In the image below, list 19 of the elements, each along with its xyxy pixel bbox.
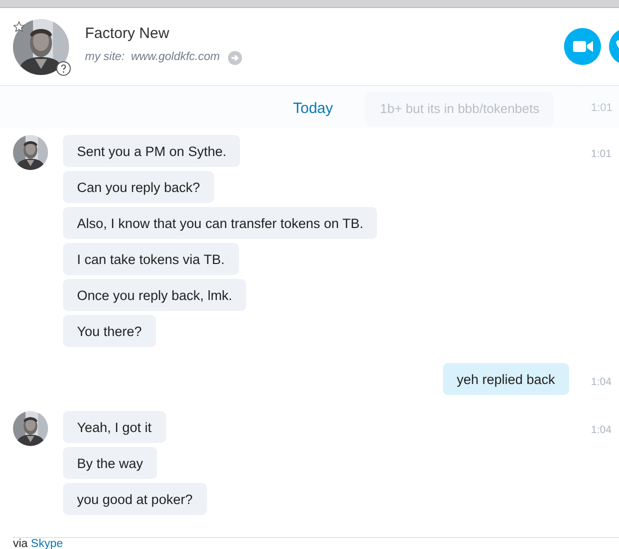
- message-bubble: Sent you a PM on Sythe.: [63, 135, 240, 167]
- footer-text: via: [13, 538, 28, 549]
- message-bubble: Yeah, I got it: [63, 411, 166, 443]
- faded-message: 1b+ but its in bbb/tokenbets: [365, 92, 554, 126]
- message-bubble: Can you reply back?: [63, 171, 214, 203]
- message-bubble: By the way: [63, 447, 158, 479]
- timestamp: 1:04: [591, 423, 612, 438]
- timestamp: 1:04: [591, 375, 612, 390]
- timestamp: 1:01: [591, 147, 612, 162]
- message-bubble: Once you reply back, lmk.: [63, 279, 246, 311]
- message-bubble: I can take tokens via TB.: [63, 243, 239, 275]
- date-label: Today: [293, 99, 334, 119]
- contact-mood: my site: www.goldkfc.com: [85, 50, 220, 66]
- message-bubble: You there?: [63, 315, 156, 347]
- message-bubble: yeh replied back: [442, 363, 569, 395]
- message-bubble: you good at poker?: [63, 483, 207, 515]
- message-bubble: Also, I know that you can transfer tokens on TB.: [63, 207, 378, 239]
- contact-name: Factory New: [85, 24, 170, 44]
- faded-timestamp: 1:01: [591, 101, 612, 116]
